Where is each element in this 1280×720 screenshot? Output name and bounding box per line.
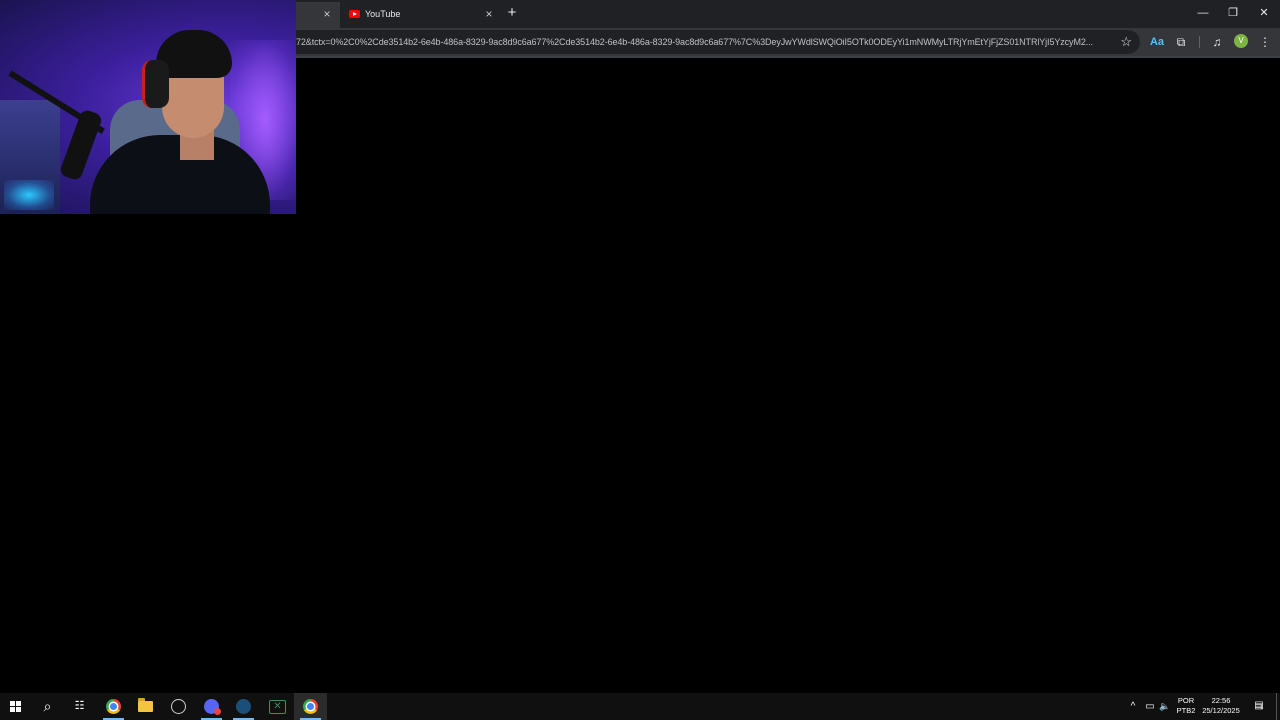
taskbar-file-explorer[interactable]	[129, 693, 162, 720]
network-icon[interactable]: ▭	[1143, 693, 1157, 720]
taskbar-circle-app[interactable]	[162, 693, 195, 720]
language-indicator[interactable]: POR PTB2	[1174, 696, 1198, 716]
address-url[interactable]: 72&tctx=0%2C0%2Cde3514b2-6e4b-486a-8329-…	[296, 37, 1108, 47]
start-button[interactable]	[0, 693, 33, 720]
blue-led-glow	[4, 180, 54, 210]
tab-youtube[interactable]: YouTube ×	[342, 2, 500, 28]
tab-title: YouTube	[365, 9, 401, 19]
tab-close-icon[interactable]: ×	[482, 7, 496, 21]
microphone	[58, 108, 104, 182]
show-desktop-button[interactable]	[1276, 693, 1277, 720]
restore-button[interactable]: ❐	[1223, 6, 1243, 20]
windows-logo-icon	[10, 701, 22, 713]
translate-extension-icon[interactable]: Aa	[1149, 34, 1165, 50]
clock-date: 25/12/2025	[1202, 706, 1240, 715]
headset	[142, 60, 169, 108]
tab-inactive[interactable]: ×	[296, 2, 340, 28]
extensions-puzzle-icon[interactable]: ⧉	[1173, 34, 1189, 50]
xbox-icon: ✕	[269, 700, 286, 714]
task-view-icon: ☷	[74, 700, 85, 712]
taskbar-steam[interactable]	[227, 693, 260, 720]
chrome-icon	[303, 699, 318, 714]
taskbar-discord[interactable]	[195, 693, 228, 720]
notification-count: 1	[1260, 705, 1264, 711]
media-control-icon[interactable]: ♫	[1209, 34, 1225, 50]
discord-icon	[204, 699, 221, 715]
toolbar-divider	[1199, 36, 1200, 48]
bookmark-star-icon[interactable]: ☆	[1120, 34, 1132, 50]
tray-overflow-chevron-icon[interactable]: ^	[1127, 693, 1139, 720]
chrome-icon	[106, 699, 121, 714]
webcam-overlay	[0, 0, 296, 214]
profile-avatar[interactable]: V	[1234, 34, 1248, 48]
circle-app-icon	[171, 699, 186, 714]
menu-kebab-icon[interactable]: ⋮	[1257, 34, 1273, 50]
task-view-button[interactable]: ☷	[63, 693, 96, 720]
youtube-icon	[349, 10, 360, 18]
keyboard-layout: PTB2	[1176, 706, 1196, 715]
taskbar-chrome[interactable]	[97, 693, 130, 720]
steam-icon	[236, 699, 251, 714]
minimize-button[interactable]: —	[1193, 6, 1213, 20]
clock-time: 22:56	[1211, 696, 1231, 705]
search-icon: ⌕	[43, 698, 52, 714]
address-bar[interactable]: 72&tctx=0%2C0%2Cde3514b2-6e4b-486a-8329-…	[296, 30, 1140, 54]
language-code: POR	[1177, 696, 1195, 705]
windows-taskbar: ⌕ ☷ ✕ ^ ▭ 🔈 POR PTB2 22:56 25/12/2025 ▤ …	[0, 693, 1280, 720]
volume-icon[interactable]: 🔈	[1158, 693, 1172, 720]
search-button[interactable]: ⌕	[31, 693, 64, 720]
taskbar-chrome-active[interactable]	[294, 693, 327, 720]
new-tab-button[interactable]: +	[505, 5, 519, 21]
notification-center-icon[interactable]: ▤	[1252, 699, 1266, 713]
close-window-button[interactable]: ✕	[1254, 6, 1274, 20]
tab-close-icon[interactable]: ×	[320, 7, 334, 21]
taskbar-xbox[interactable]: ✕	[260, 693, 293, 720]
folder-icon	[138, 698, 153, 712]
system-clock[interactable]: 22:56 25/12/2025	[1200, 696, 1242, 716]
